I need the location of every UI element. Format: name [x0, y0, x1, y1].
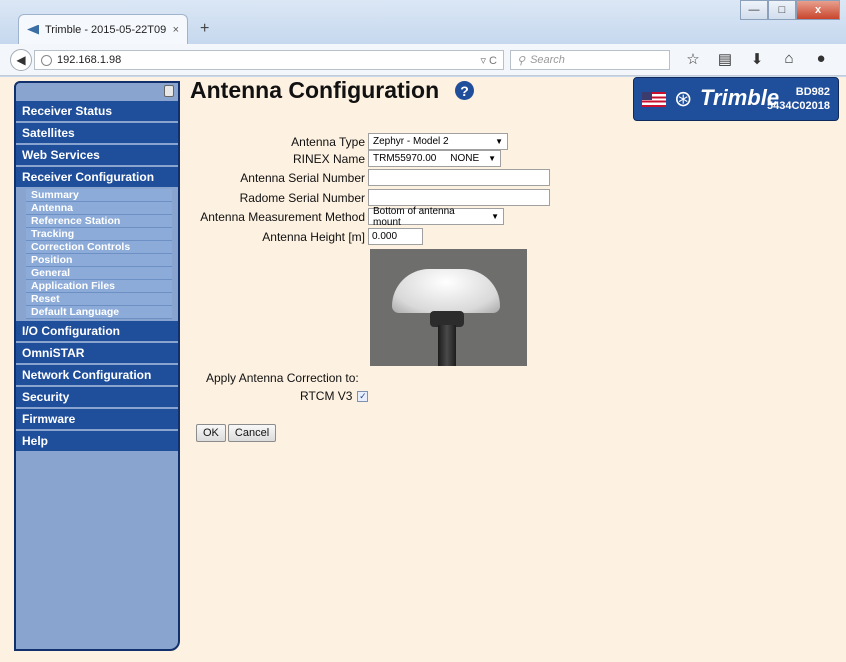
- antenna-dome: [392, 269, 500, 313]
- radome-serial-row: Radome Serial Number: [190, 189, 550, 206]
- antenna-photo: [370, 249, 527, 366]
- search-icon: ⚲: [517, 54, 526, 67]
- measurement-method-label: Antenna Measurement Method: [200, 209, 365, 224]
- measurement-method-select[interactable]: Bottom of antenna mount ▼: [368, 205, 504, 228]
- measurement-method-row: Antenna Measurement Method Bottom of ant…: [190, 205, 504, 228]
- sidebar-item-security[interactable]: Security: [16, 387, 178, 407]
- help-icon[interactable]: ?: [455, 81, 474, 100]
- antenna-pole: [438, 325, 456, 366]
- url-text: 192.168.1.98: [57, 54, 122, 66]
- sidebar-menu: Receiver Status Satellites Web Services …: [16, 101, 178, 453]
- sidebar-item-help[interactable]: Help: [16, 431, 178, 451]
- submenu-item-application-files[interactable]: Application Files: [26, 280, 172, 293]
- submenu-item-position[interactable]: Position: [26, 254, 172, 267]
- us-flag-icon: [642, 92, 666, 107]
- trimble-globe-icon: ⊛: [674, 86, 693, 111]
- rinex-name-row: RINEX Name TRM55970.00 NONE ▼: [190, 150, 501, 167]
- submenu-item-antenna[interactable]: Antenna: [26, 202, 172, 215]
- sidebar-item-receiver-configuration[interactable]: Receiver Configuration: [16, 167, 178, 187]
- sidebar-item-network-configuration[interactable]: Network Configuration: [16, 365, 178, 385]
- browser-tab[interactable]: Trimble - 2015-05-22T09:4... ×: [18, 14, 188, 44]
- browser-titlebar: Trimble - 2015-05-22T09:4... × + — □ x: [0, 0, 846, 44]
- dropdown-caret-icon: ▼: [495, 137, 503, 146]
- window-controls: — □ x: [740, 0, 840, 20]
- page-content: Receiver Status Satellites Web Services …: [0, 77, 846, 662]
- rinex-name-label: RINEX Name: [292, 151, 365, 166]
- reading-list-icon[interactable]: ▤: [716, 50, 734, 68]
- submenu-item-default-language[interactable]: Default Language: [26, 306, 172, 319]
- home-icon[interactable]: ⌂: [780, 50, 798, 68]
- back-arrow-icon: ◀: [16, 53, 26, 67]
- download-icon[interactable]: ⬇: [748, 50, 766, 68]
- bookmark-star-icon[interactable]: ☆: [684, 50, 702, 68]
- submenu-item-general[interactable]: General: [26, 267, 172, 280]
- back-button[interactable]: ◀: [10, 49, 32, 71]
- radome-serial-label: Radome Serial Number: [239, 190, 365, 205]
- antenna-serial-input[interactable]: [368, 169, 550, 186]
- antenna-type-select[interactable]: Zephyr - Model 2 ▼: [368, 133, 508, 150]
- minimize-button[interactable]: —: [740, 0, 768, 20]
- submenu-item-tracking[interactable]: Tracking: [26, 228, 172, 241]
- dropdown-caret-icon: ▼: [491, 212, 499, 221]
- sidebar: Receiver Status Satellites Web Services …: [14, 81, 180, 651]
- cancel-button[interactable]: Cancel: [227, 424, 277, 442]
- antenna-serial-row: Antenna Serial Number: [190, 169, 550, 186]
- measurement-method-value: Bottom of antenna mount: [373, 205, 455, 228]
- antenna-serial-label: Antenna Serial Number: [240, 170, 365, 185]
- antenna-type-row: Antenna Type Zephyr - Model 2 ▼: [190, 133, 508, 150]
- search-input[interactable]: ⚲ Search: [510, 50, 670, 70]
- sidebar-item-satellites[interactable]: Satellites: [16, 123, 178, 143]
- submenu-item-reference-station[interactable]: Reference Station: [26, 215, 172, 228]
- trimble-logo: ⊛ Trimble BD982 5434C02018: [633, 77, 839, 121]
- tab-title: Trimble - 2015-05-22T09:4...: [45, 23, 167, 36]
- sidebar-item-omnistar[interactable]: OmniSTAR: [16, 343, 178, 363]
- antenna-height-label: Antenna Height [m]: [262, 229, 365, 244]
- rtcm-v3-checkbox[interactable]: ✓: [357, 390, 369, 402]
- sidebar-item-firmware[interactable]: Firmware: [16, 409, 178, 429]
- model-number: BD982: [795, 86, 830, 98]
- search-placeholder: Search: [530, 54, 565, 66]
- radome-serial-input[interactable]: [368, 189, 550, 206]
- address-bar[interactable]: 192.168.1.98 ▿ C: [34, 50, 504, 70]
- sidebar-item-io-configuration[interactable]: I/O Configuration: [16, 321, 178, 341]
- form-buttons: OK Cancel: [196, 424, 277, 442]
- antenna-height-input[interactable]: 0.000: [368, 228, 423, 245]
- sidebar-item-web-services[interactable]: Web Services: [16, 145, 178, 165]
- rtcm-v3-row: RTCM V3 ✓: [300, 389, 369, 403]
- apply-correction-label: Apply Antenna Correction to:: [206, 371, 359, 385]
- reload-icon[interactable]: ▿ C: [480, 54, 497, 67]
- lock-icon: [164, 85, 174, 97]
- submenu-item-summary[interactable]: Summary: [26, 189, 172, 202]
- tab-close-icon[interactable]: ×: [173, 24, 179, 36]
- maximize-button[interactable]: □: [768, 0, 796, 20]
- rinex-name-value: TRM55970.00 NONE: [373, 153, 480, 164]
- sidebar-item-receiver-status[interactable]: Receiver Status: [16, 101, 178, 121]
- dropdown-caret-icon: ▼: [488, 154, 496, 163]
- submenu-item-reset[interactable]: Reset: [26, 293, 172, 306]
- browser-navbar: ◀ 192.168.1.98 ▿ C ⚲ Search ☆ ▤ ⬇ ⌂ ● ≡: [0, 44, 846, 76]
- close-window-button[interactable]: x: [796, 0, 840, 20]
- antenna-height-row: Antenna Height [m] 0.000: [190, 228, 423, 245]
- new-tab-button[interactable]: +: [200, 20, 209, 38]
- receiver-model: BD982 5434C02018: [767, 85, 830, 113]
- globe-icon: [41, 54, 52, 66]
- ok-button[interactable]: OK: [196, 424, 226, 442]
- rinex-name-select[interactable]: TRM55970.00 NONE ▼: [368, 150, 501, 167]
- trimble-favicon-icon: [27, 24, 39, 35]
- page-title: Antenna Configuration: [190, 77, 440, 103]
- browser-toolbar-icons: ☆ ▤ ⬇ ⌂ ● ≡: [684, 50, 846, 68]
- submenu-item-correction-controls[interactable]: Correction Controls: [26, 241, 172, 254]
- chat-icon[interactable]: ●: [812, 50, 830, 68]
- receiver-configuration-submenu: Summary Antenna Reference Station Tracki…: [26, 189, 172, 319]
- serial-number: 5434C02018: [766, 100, 830, 112]
- rtcm-v3-label: RTCM V3: [300, 389, 353, 403]
- antenna-type-value: Zephyr - Model 2: [373, 136, 449, 147]
- antenna-type-label: Antenna Type: [291, 134, 365, 149]
